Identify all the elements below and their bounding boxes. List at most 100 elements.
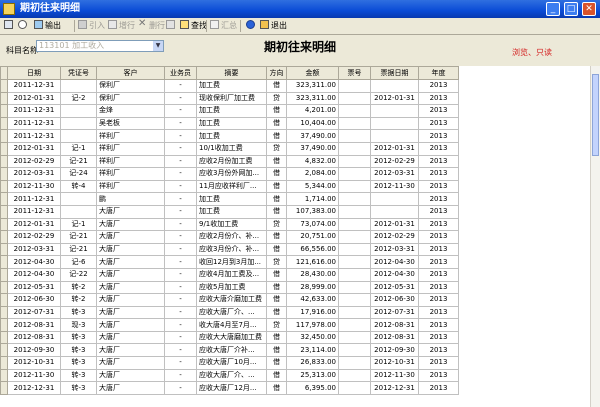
table-cell[interactable]: 2012-02-29 — [7, 154, 61, 169]
table-row[interactable]: 2012-04-30 记-22 大唐厂 - 应收4月加工费及... 借 28,430.00 2… — [0, 267, 459, 282]
table-cell[interactable]: 记-1 — [60, 217, 97, 232]
table-cell[interactable]: 11月应收祥利厂... — [196, 179, 267, 194]
table-cell[interactable]: 借 — [266, 356, 287, 370]
table-cell[interactable]: 记-1 — [60, 141, 97, 156]
table-cell[interactable]: 祥利厂 — [96, 141, 165, 156]
close-button[interactable]: ✕ — [582, 2, 596, 16]
table-cell[interactable]: 借 — [266, 230, 287, 244]
table-cell[interactable]: 2012-07-31 — [370, 305, 419, 320]
table-row[interactable]: 2012-04-30 记-6 大唐厂 - 收回12月到3月加... 贷 121,616.00… — [0, 255, 459, 269]
table-cell[interactable]: 祥利厂 — [96, 129, 165, 143]
table-cell[interactable]: 2012-03-31 — [7, 242, 61, 257]
table-cell[interactable]: 大唐厂 — [96, 293, 165, 307]
table-cell[interactable]: 117,978.00 — [286, 318, 339, 332]
row-indicator[interactable] — [0, 230, 8, 244]
table-cell[interactable]: 2012-08-31 — [370, 318, 419, 332]
table-cell[interactable]: 应收大唐介磨加工费 — [196, 293, 267, 307]
table-cell[interactable]: 鹏 — [96, 192, 165, 206]
table-cell[interactable]: 2012-04-30 — [7, 255, 61, 269]
table-cell[interactable]: - — [164, 129, 197, 143]
table-cell[interactable]: 2013 — [418, 305, 459, 320]
table-cell[interactable]: - — [164, 79, 197, 93]
table-cell[interactable] — [60, 192, 97, 206]
table-cell[interactable] — [60, 204, 97, 219]
table-cell[interactable]: 现-3 — [60, 318, 97, 332]
column-header[interactable]: 日期 — [7, 66, 61, 80]
table-cell[interactable] — [338, 141, 371, 156]
table-row[interactable]: 2012-01-31 记-2 保利厂 - 现收保利厂加工费贷 323,311.00 2012… — [0, 91, 459, 106]
table-cell[interactable]: 2013 — [418, 368, 459, 383]
row-indicator[interactable] — [0, 116, 8, 131]
table-cell[interactable]: - — [164, 293, 197, 307]
table-cell[interactable]: 保利厂 — [96, 91, 165, 106]
table-cell[interactable] — [338, 318, 371, 332]
table-cell[interactable]: 转-3 — [60, 368, 97, 383]
table-cell[interactable]: 37,490.00 — [286, 129, 339, 143]
table-cell[interactable]: 借 — [266, 129, 287, 143]
exit-button[interactable]: 退出 — [260, 19, 287, 33]
table-cell[interactable]: 转-3 — [60, 343, 97, 358]
table-cell[interactable]: 20,751.00 — [286, 230, 339, 244]
row-indicator[interactable] — [0, 242, 8, 257]
table-cell[interactable]: 加工费 — [196, 129, 267, 143]
table-row[interactable]: 2011-12-31 保利厂 - 加工费借 323,311.00 2013 — [0, 79, 459, 93]
import-button[interactable]: 引入 — [78, 19, 105, 33]
table-cell[interactable]: 23,114.00 — [286, 343, 339, 358]
table-cell[interactable]: 2012-11-30 — [370, 179, 419, 194]
table-cell[interactable]: 贷 — [266, 141, 287, 156]
table-cell[interactable]: 应收3月份外网加... — [196, 167, 267, 181]
table-cell[interactable]: 2012-10-31 — [7, 356, 61, 370]
table-cell[interactable]: 2012-12-31 — [7, 381, 61, 395]
table-row[interactable]: 2012-07-31 转-3 大唐厂 - 应收大唐厂介、... 借 17,916.00 201… — [0, 305, 459, 320]
table-cell[interactable]: 73,074.00 — [286, 217, 339, 232]
table-cell[interactable]: 2011-12-31 — [7, 129, 61, 143]
table-cell[interactable] — [338, 356, 371, 370]
table-cell[interactable]: 2013 — [418, 242, 459, 257]
table-cell[interactable]: 应收大唐厂介、... — [196, 305, 267, 320]
table-cell[interactable] — [338, 330, 371, 345]
table-row[interactable]: 2012-01-31 记-1 大唐厂 -9/1收加工费贷 73,074.00 2012-0… — [0, 217, 459, 232]
table-cell[interactable]: 大唐厂 — [96, 217, 165, 232]
find-button[interactable]: 查找 — [180, 19, 207, 33]
table-cell[interactable]: - — [164, 116, 197, 131]
table-cell[interactable]: 17,916.00 — [286, 305, 339, 320]
table-cell[interactable]: - — [164, 318, 197, 332]
table-cell[interactable]: 2013 — [418, 343, 459, 358]
table-cell[interactable]: 借 — [266, 204, 287, 219]
table-cell[interactable]: 借 — [266, 167, 287, 181]
table-cell[interactable]: 加工费 — [196, 104, 267, 118]
table-cell[interactable] — [338, 167, 371, 181]
table-row[interactable]: 2012-06-30 转-2 大唐厂 - 应收大唐介磨加工费借 42,633.00 2012… — [0, 293, 459, 307]
table-cell[interactable]: 转-3 — [60, 305, 97, 320]
print-button[interactable] — [4, 19, 15, 33]
column-header[interactable]: 票号 — [338, 66, 371, 80]
table-cell[interactable]: 42,633.00 — [286, 293, 339, 307]
table-row[interactable]: 2012-08-31 现-3 大唐厂 - 收大唐4月至7月... 贷 117,978.00 2… — [0, 318, 459, 332]
row-indicator[interactable] — [0, 255, 8, 269]
table-cell[interactable]: 2013 — [418, 255, 459, 269]
table-cell[interactable] — [370, 116, 419, 131]
table-cell[interactable]: 转-2 — [60, 293, 97, 307]
table-row[interactable]: 2012-01-31 记-1 祥利厂 -10/1收加工费贷 37,490.00 2012-… — [0, 141, 459, 156]
table-cell[interactable]: 5,344.00 — [286, 179, 339, 194]
table-cell[interactable]: 吴老板 — [96, 116, 165, 131]
table-cell[interactable]: 2013 — [418, 192, 459, 206]
table-row[interactable]: 2012-02-29 记-21 祥利厂 - 应收2月份加工费借 4,832.00 2012-… — [0, 154, 459, 169]
table-cell[interactable]: 2012-04-30 — [7, 267, 61, 282]
table-cell[interactable]: 2012-05-31 — [370, 280, 419, 295]
table-row[interactable]: 2011-12-31 大唐厂 - 加工费借 107,383.00 2013 — [0, 204, 459, 219]
table-cell[interactable]: 转-3 — [60, 356, 97, 370]
table-cell[interactable]: 大唐厂 — [96, 330, 165, 345]
table-cell[interactable]: 贷 — [266, 91, 287, 106]
table-cell[interactable]: 2013 — [418, 204, 459, 219]
row-indicator[interactable] — [0, 318, 8, 332]
add-row-button[interactable]: 增行 — [108, 19, 135, 33]
table-cell[interactable]: 2013 — [418, 293, 459, 307]
table-cell[interactable]: 2013 — [418, 91, 459, 106]
table-row[interactable]: 2012-02-29 记-21 大唐厂 - 应收2月份介、补... 借 20,751.00 2… — [0, 230, 459, 244]
table-cell[interactable]: 借 — [266, 305, 287, 320]
table-cell[interactable]: 应收大大唐磨加工费 — [196, 330, 267, 345]
table-cell[interactable]: 借 — [266, 79, 287, 93]
table-cell[interactable]: 2012-11-30 — [370, 368, 419, 383]
table-cell[interactable]: 2013 — [418, 217, 459, 232]
